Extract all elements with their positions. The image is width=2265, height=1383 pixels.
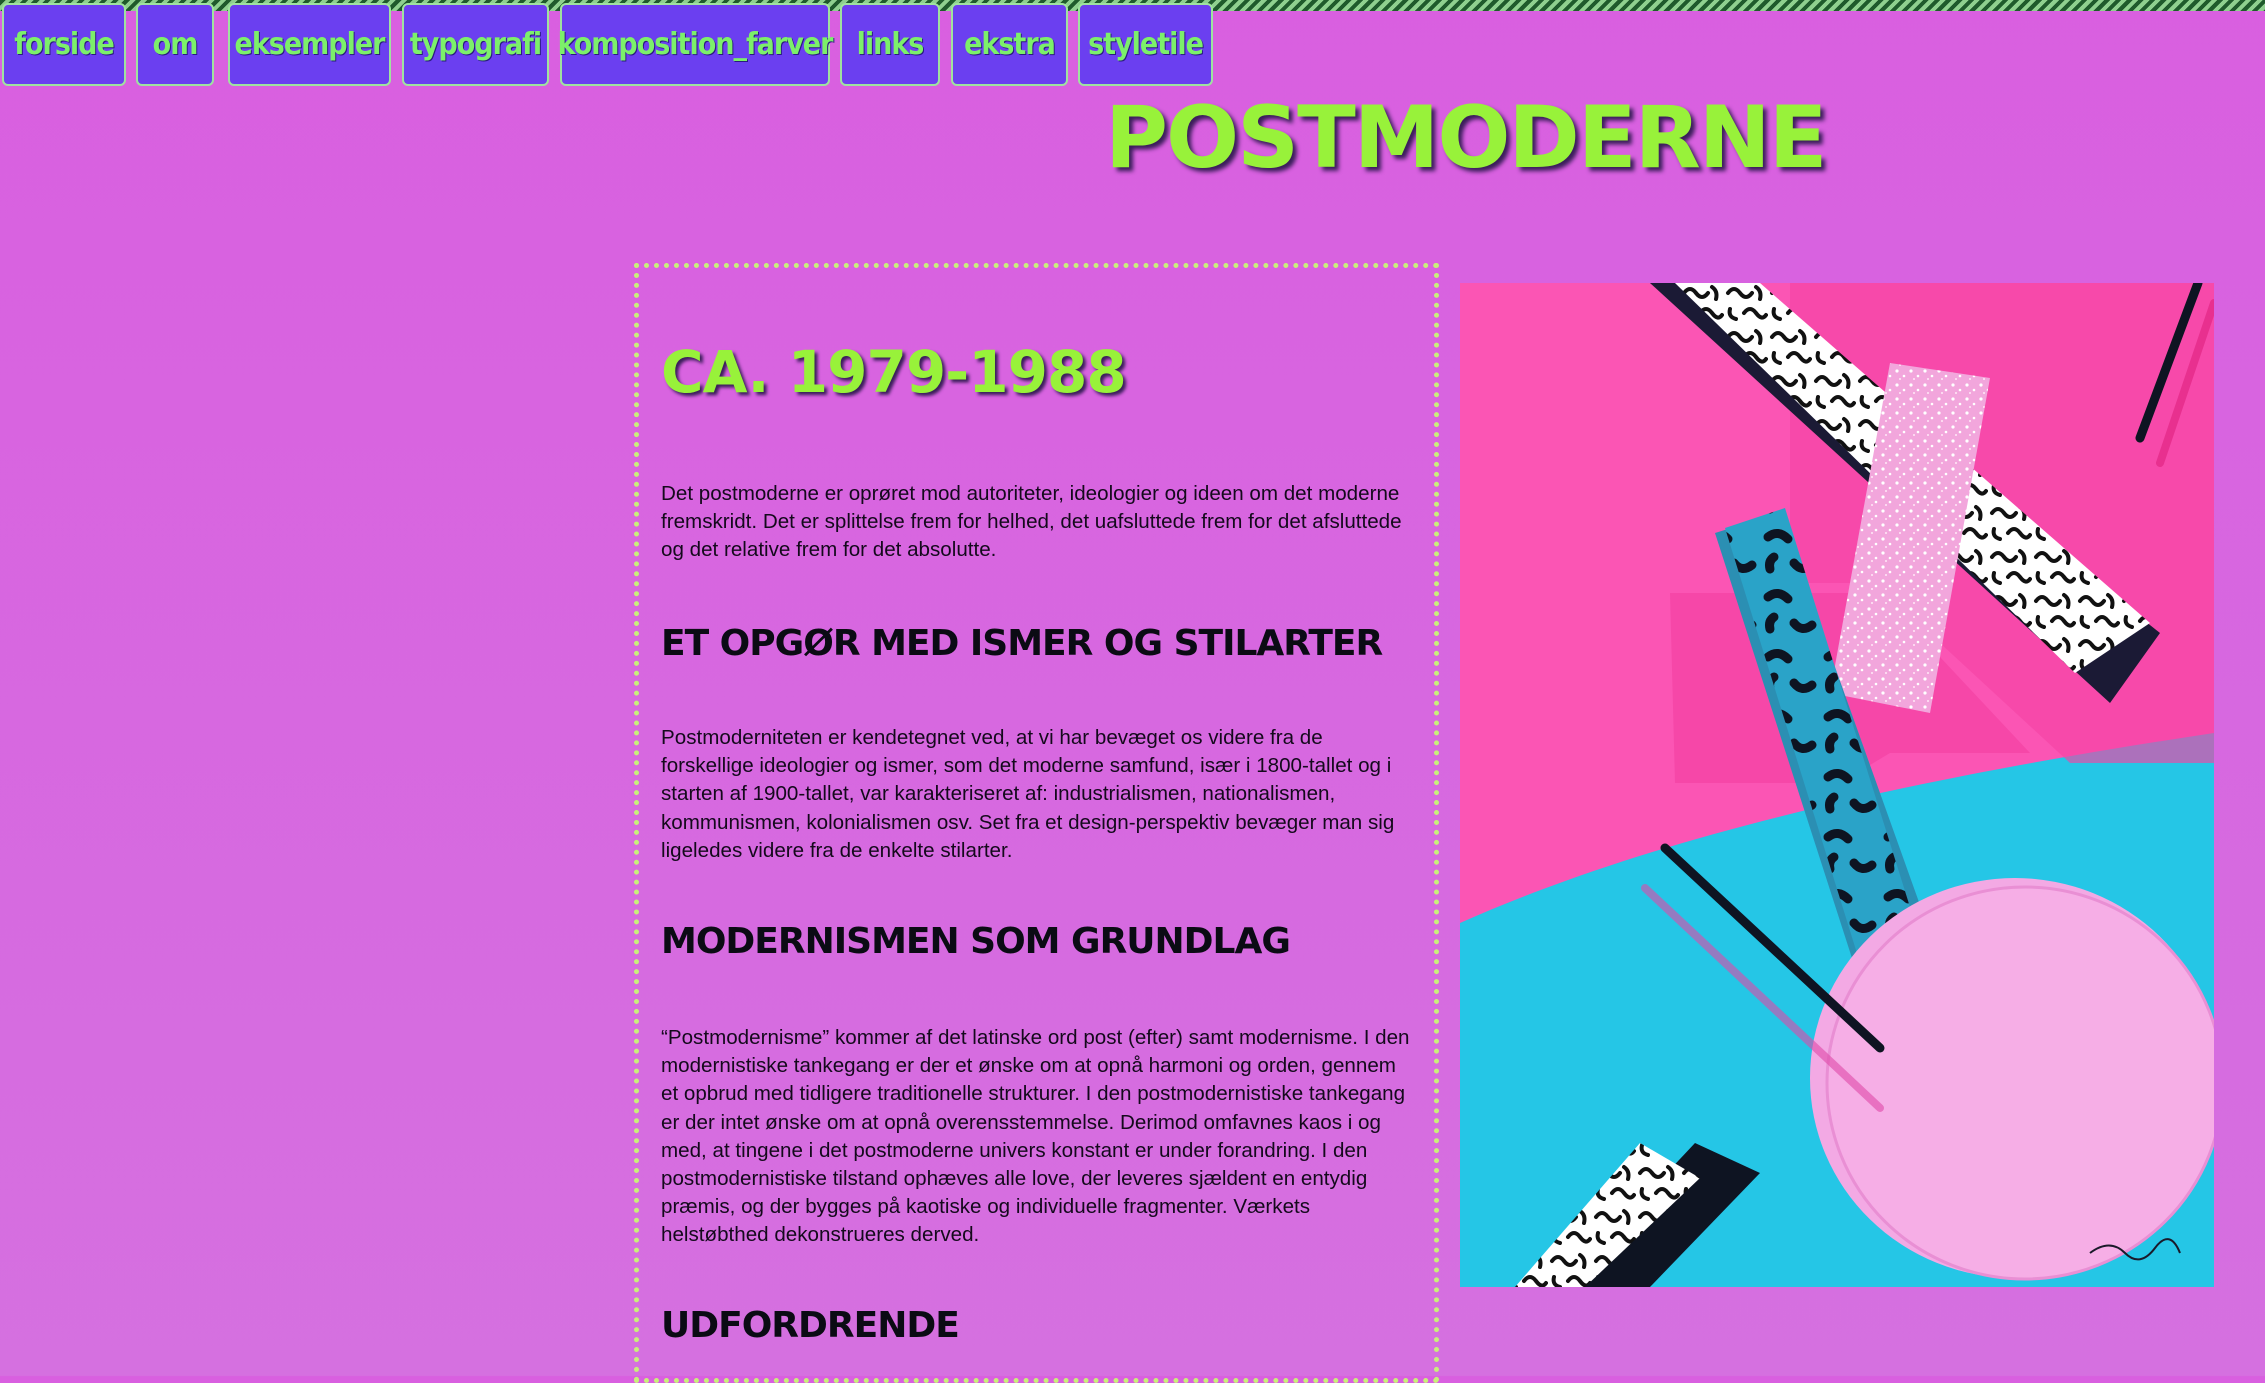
nav-link-komposition-farver[interactable]: komposition_farver	[558, 3, 833, 86]
page-title: Postmoderne	[1105, 88, 1828, 188]
memphis-pattern-poster	[1460, 283, 2214, 1287]
nav-link-ekstra[interactable]: ekstra	[951, 3, 1068, 86]
nav-link-om[interactable]: om	[136, 3, 214, 86]
nav-link-styletile[interactable]: styletile	[1078, 3, 1213, 86]
period-heading: Ca. 1979-1988	[661, 338, 1127, 406]
section-heading-udfordrende: Udfordrende	[661, 1305, 960, 1346]
content-panel: Ca. 1979-1988 Det postmoderne er oprøret…	[634, 263, 1439, 1383]
nav-link-forside[interactable]: forside	[2, 3, 126, 86]
section-text-ismer: Postmoderniteten er kendetegnet ved, at …	[661, 726, 1395, 862]
nav-link-links[interactable]: links	[840, 3, 940, 86]
section-heading-modernismen: Modernismen som grundlag	[661, 921, 1291, 962]
section-text-modernismen: “Postmodernisme” kommer af det latinske …	[661, 1026, 1410, 1247]
nav-link-typografi[interactable]: typografi	[402, 3, 549, 86]
section-heading-ismer: Et opgør med ismer og stilarter	[661, 623, 1383, 664]
intro-paragraph: Det postmoderne er oprøret mod autoritet…	[661, 482, 1402, 562]
nav-link-eksempler[interactable]: eksempler	[228, 3, 391, 86]
